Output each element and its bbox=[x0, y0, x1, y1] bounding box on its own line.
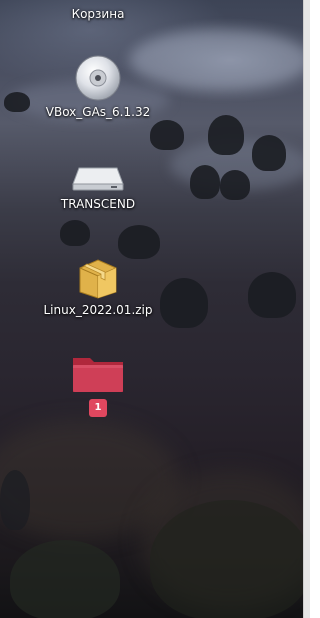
icon-label: TRANSCEND bbox=[60, 197, 136, 211]
folder-icon bbox=[70, 352, 126, 396]
desktop[interactable]: Корзина VBox_GAs_6.1.32 TRANSCEND Linux_… bbox=[0, 0, 304, 618]
icon-label: VBox_GAs_6.1.32 bbox=[45, 105, 151, 119]
desktop-icon-trash[interactable]: Корзина bbox=[0, 4, 196, 21]
scrollbar[interactable] bbox=[303, 0, 310, 618]
icon-label: Linux_2022.01.zip bbox=[43, 303, 153, 317]
drive-icon bbox=[71, 158, 125, 194]
archive-box-icon bbox=[76, 254, 120, 300]
icon-label: Корзина bbox=[71, 7, 125, 21]
desktop-icon-optical-disc[interactable]: VBox_GAs_6.1.32 bbox=[0, 54, 196, 119]
notification-badge: 1 bbox=[89, 399, 107, 417]
desktop-icon-archive[interactable]: Linux_2022.01.zip bbox=[0, 254, 196, 317]
optical-disc-icon bbox=[74, 54, 122, 102]
desktop-icon-drive[interactable]: TRANSCEND bbox=[0, 158, 196, 211]
desktop-icon-folder[interactable]: 1 bbox=[0, 352, 196, 417]
